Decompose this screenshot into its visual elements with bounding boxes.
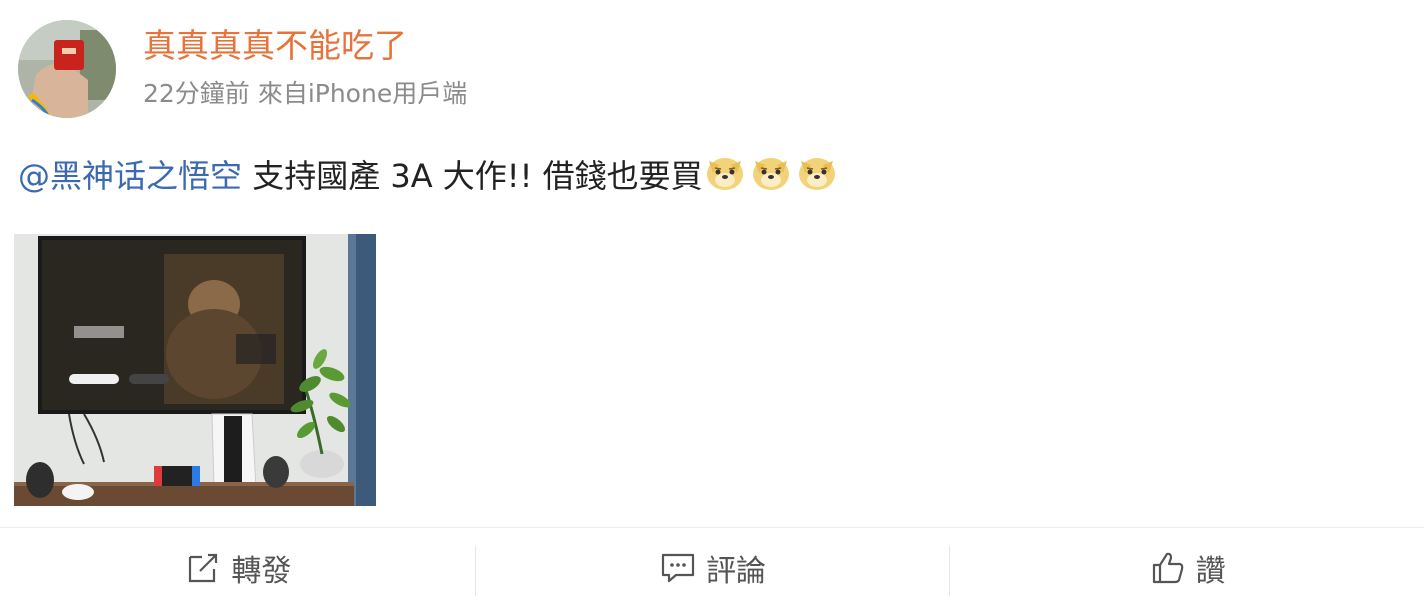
comment-icon [658,548,698,588]
author-name[interactable]: 真真真真不能吃了 [143,24,407,68]
thumbs-up-icon [1148,548,1188,588]
post-time[interactable]: 22分鐘前 [143,79,250,108]
action-bar: 轉發 評論 讚 [0,527,1424,607]
repost-label: 轉發 [231,553,292,589]
comment-button[interactable]: 評論 [474,528,950,607]
comment-label: 評論 [706,553,766,589]
post-header: 真真真真不能吃了 22分鐘前 來自iPhone用戶端 [18,20,718,120]
post-source: 來自iPhone用戶端 [257,79,468,108]
share-icon [183,548,223,588]
doge-emoji [795,149,839,193]
post-body-text: 支持國產 3A 大作!! 借錢也要買 [242,157,703,195]
mention-link[interactable]: @黑神话之悟空 [18,157,242,195]
doge-emoji [749,149,793,193]
avatar[interactable] [18,20,116,118]
post-photo[interactable] [14,234,376,506]
like-button[interactable]: 讚 [949,528,1424,607]
like-label: 讚 [1195,553,1226,589]
repost-button[interactable]: 轉發 [0,528,475,607]
doge-emoji [703,149,747,193]
post-meta: 22分鐘前 來自iPhone用戶端 [143,76,467,112]
post-content: @黑神话之悟空 支持國產 3A 大作!! 借錢也要買 [18,148,1398,204]
